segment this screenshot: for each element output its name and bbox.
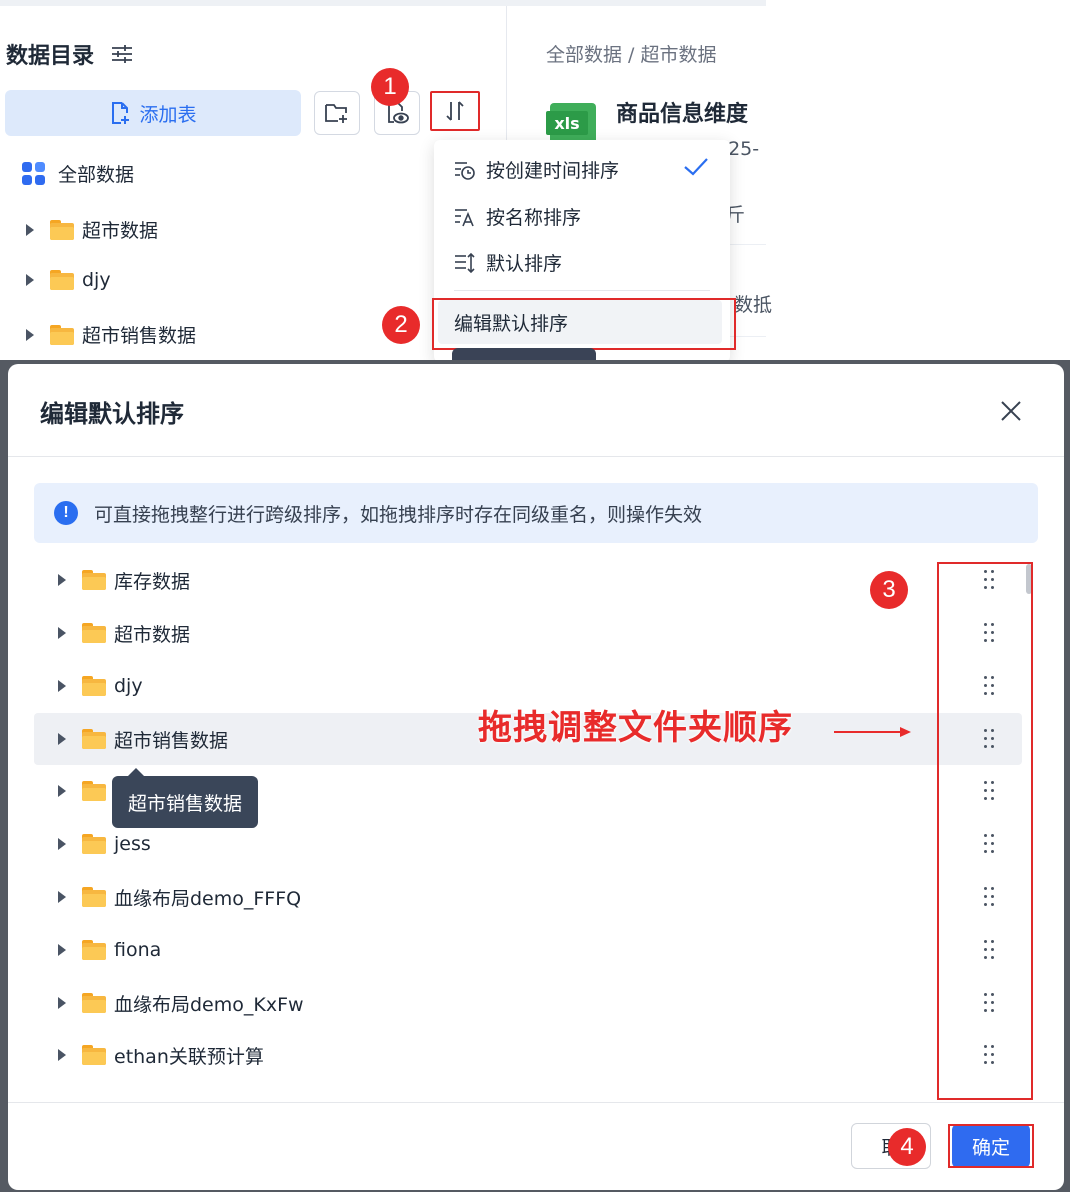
xls-file-icon: xls	[546, 103, 596, 149]
add-file-icon	[112, 102, 130, 124]
step-badge: 2	[382, 306, 420, 344]
folder-icon	[50, 219, 74, 240]
menu-item-label: 按创建时间排序	[486, 160, 620, 182]
folder-icon	[82, 1045, 106, 1065]
expand-caret-icon[interactable]	[58, 838, 66, 850]
breadcrumb: 全部数据 / 超市数据	[546, 44, 717, 66]
tree-item[interactable]: 超市数据	[26, 216, 158, 243]
expand-caret-icon[interactable]	[58, 680, 66, 692]
expand-caret-icon[interactable]	[58, 627, 66, 639]
step-badge: 1	[371, 68, 409, 106]
folder-icon	[82, 570, 106, 590]
default-sort-icon	[455, 252, 475, 273]
folder-name: 超市数据	[114, 623, 191, 646]
step-badge: 4	[888, 1128, 926, 1166]
folder-icon	[82, 834, 106, 854]
catalog-title: 数据目录	[6, 44, 95, 69]
clock-sort-icon	[455, 161, 475, 180]
list-item[interactable]: fiona	[34, 924, 1022, 976]
info-icon: !	[54, 501, 78, 525]
dataset-title: 商品信息维度	[616, 102, 749, 127]
add-table-button[interactable]: 添加表	[5, 90, 301, 136]
tree-item-label: 超市数据	[82, 220, 159, 242]
list-item[interactable]: 血缘布局demo_FFFQ	[34, 871, 1022, 923]
divider	[8, 456, 1064, 457]
folder-icon	[82, 993, 106, 1013]
expand-caret-icon[interactable]	[26, 274, 34, 286]
highlight-box	[432, 298, 736, 350]
add-folder-icon	[325, 104, 347, 123]
edit-default-sort-modal: 编辑默认排序 ! 可直接拖拽整行进行跨级排序，如拖拽排序时存在同级重名，则操作失…	[8, 364, 1064, 1190]
folder-icon	[50, 270, 74, 290]
folder-icon	[82, 887, 106, 907]
info-alert: ! 可直接拖拽整行进行跨级排序，如拖拽排序时存在同级重名，则操作失效	[34, 483, 1038, 543]
step-badge: 3	[870, 571, 908, 609]
modal-title: 编辑默认排序	[40, 400, 184, 428]
top-bar	[0, 0, 766, 6]
folder-icon	[50, 324, 74, 345]
folder-icon	[82, 940, 106, 960]
tree-item[interactable]: 超市销售数据	[26, 321, 196, 348]
highlight-box	[937, 562, 1033, 1100]
folder-name: 库存数据	[114, 570, 191, 593]
folder-icon	[82, 623, 106, 643]
expand-caret-icon[interactable]	[58, 891, 66, 903]
filter-settings-icon[interactable]	[110, 42, 134, 66]
folder-name-tooltip: 超市销售数据	[112, 776, 258, 828]
screenshot-root: 数据目录 添加表 全部数据 超市数据 djy 超市销售数据 全部数据 / 超市数…	[0, 0, 1070, 1192]
list-item[interactable]: ethan关联预计算	[34, 1029, 1022, 1081]
menu-divider	[454, 290, 710, 291]
expand-caret-icon[interactable]	[58, 944, 66, 956]
expand-caret-icon[interactable]	[58, 1049, 66, 1061]
expand-caret-icon[interactable]	[26, 328, 34, 341]
folder-name: 血缘布局demo_FFFQ	[114, 887, 302, 910]
folder-name: 血缘布局demo_KxFw	[114, 993, 304, 1016]
folder-icon	[82, 729, 106, 749]
info-text: 可直接拖拽整行进行跨级排序，如拖拽排序时存在同级重名，则操作失效	[94, 503, 703, 526]
expand-caret-icon[interactable]	[58, 733, 66, 745]
tree-item-label: 全部数据	[58, 164, 135, 186]
check-icon	[684, 158, 708, 176]
tree-item[interactable]: djy	[26, 269, 111, 291]
folder-name: djy	[114, 675, 143, 697]
list-item[interactable]: 血缘布局demo_KxFw	[34, 977, 1022, 1029]
menu-item-label: 按名称排序	[486, 207, 582, 229]
expand-caret-icon[interactable]	[26, 223, 34, 236]
tree-item-all-data[interactable]: 全部数据	[22, 160, 134, 187]
divider	[8, 1102, 1064, 1103]
menu-item-label: 默认排序	[486, 253, 563, 275]
folder-icon	[82, 781, 106, 801]
add-table-label: 添加表	[139, 103, 197, 126]
dataset-text-fragment: 数抵	[734, 294, 773, 316]
arrow-right-icon	[834, 727, 911, 737]
annotation-text: 拖拽调整文件夹顺序	[478, 708, 793, 748]
menu-item-sort-by-name[interactable]: 按名称排序	[454, 203, 581, 230]
sort-icon	[446, 101, 464, 121]
highlight-box	[948, 1124, 1034, 1168]
grid-icon	[22, 161, 46, 186]
expand-caret-icon[interactable]	[58, 997, 66, 1009]
close-icon[interactable]	[994, 394, 1028, 428]
folder-icon	[82, 676, 106, 696]
folder-name: fiona	[114, 939, 162, 961]
menu-item-default-sort[interactable]: 默认排序	[454, 249, 562, 276]
folder-name: ethan关联预计算	[114, 1045, 264, 1068]
expand-caret-icon[interactable]	[58, 785, 66, 797]
sort-button[interactable]	[430, 91, 480, 131]
folder-name: 超市销售数据	[114, 729, 229, 752]
list-item[interactable]: 超市数据	[34, 607, 1022, 659]
alpha-sort-icon	[455, 208, 474, 226]
folder-name: jess	[114, 833, 151, 855]
tooltip-arrow	[128, 768, 144, 776]
tree-item-label: 超市销售数据	[82, 325, 197, 347]
add-folder-button[interactable]	[314, 91, 360, 135]
expand-caret-icon[interactable]	[58, 574, 66, 586]
menu-item-sort-by-created[interactable]: 按创建时间排序	[454, 156, 619, 183]
tree-item-label: djy	[82, 269, 111, 291]
